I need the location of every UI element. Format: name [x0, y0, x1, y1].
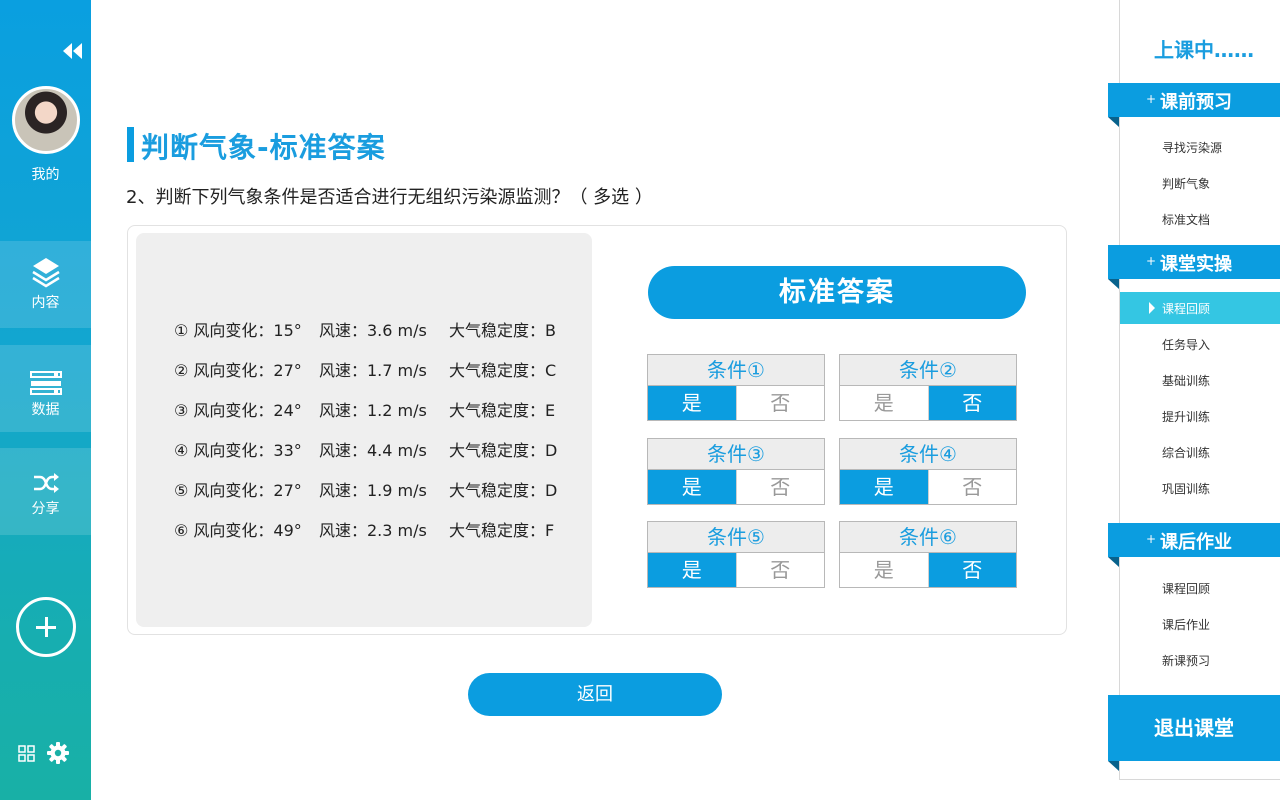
nav-label-content: 内容: [31, 295, 60, 311]
database-icon: [29, 371, 62, 395]
answer-no[interactable]: 否: [735, 470, 824, 504]
section-practice[interactable]: + 课堂实操: [1108, 245, 1280, 289]
nav-item-data[interactable]: 数据: [0, 345, 91, 432]
gear-icon[interactable]: [47, 742, 69, 764]
stability: 大气稳定度：B: [449, 321, 556, 340]
section-title: 课堂实操: [1160, 254, 1232, 275]
wind-speed: 风速：1.9 m/s: [319, 481, 427, 500]
answer-no[interactable]: 否: [927, 470, 1016, 504]
profile-label[interactable]: 我的: [0, 164, 91, 184]
answer-yes[interactable]: 是: [648, 386, 736, 420]
wind-direction: ④ 风向变化：33°: [174, 441, 302, 460]
answer-card-2: 条件② 是 否: [839, 354, 1017, 421]
left-sidebar: 我的 内容 数据 分享: [0, 0, 91, 800]
answer-yes[interactable]: 是: [840, 470, 928, 504]
wind-speed: 风速：4.4 m/s: [319, 441, 427, 460]
section-title: 课前预习: [1160, 92, 1232, 113]
answer-card-label: 条件①: [648, 355, 824, 386]
expand-icon: +: [1146, 92, 1157, 106]
menu-item-label: 课程回顾: [1162, 302, 1211, 316]
wind-speed: 风速：2.3 m/s: [319, 521, 427, 540]
stability: 大气稳定度：F: [449, 521, 555, 540]
wind-direction: ② 风向变化：27°: [174, 361, 302, 380]
answer-card-5: 条件⑤ 是 否: [647, 521, 825, 588]
wind-direction: ⑥ 风向变化：49°: [174, 521, 302, 540]
menu-item-consolidation-training[interactable]: 巩固训练: [1162, 480, 1210, 497]
answer-card-4: 条件④ 是 否: [839, 438, 1017, 505]
answer-card-label: 条件⑤: [648, 522, 824, 553]
wind-speed: 风速：1.7 m/s: [319, 361, 427, 380]
avatar[interactable]: [12, 86, 80, 154]
expand-icon: +: [1146, 254, 1157, 268]
wind-speed: 风速：3.6 m/s: [319, 321, 427, 340]
menu-item-review-active[interactable]: 课程回顾: [1120, 292, 1280, 324]
menu-item-judge-weather[interactable]: 判断气象: [1162, 175, 1210, 192]
expand-icon: +: [1146, 532, 1157, 546]
answer-yes[interactable]: 是: [648, 470, 736, 504]
answer-yes[interactable]: 是: [840, 553, 928, 587]
answer-card-3: 条件③ 是 否: [647, 438, 825, 505]
menu-item-task-intro[interactable]: 任务导入: [1162, 336, 1210, 353]
answer-no[interactable]: 否: [927, 553, 1016, 587]
menu-item-course-review[interactable]: 课程回顾: [1162, 580, 1210, 597]
answer-card-label: 条件⑥: [840, 522, 1016, 553]
wind-speed: 风速：1.2 m/s: [319, 401, 427, 420]
menu-item-comprehensive-training[interactable]: 综合训练: [1162, 444, 1210, 461]
answer-yes[interactable]: 是: [648, 553, 736, 587]
question-text: 2、判断下列气象条件是否适合进行无组织污染源监测？（ 多选 ）: [126, 187, 653, 208]
answer-card-label: 条件④: [840, 439, 1016, 470]
wind-direction: ① 风向变化：15°: [174, 321, 302, 340]
menu-item-next-preview[interactable]: 新课预习: [1162, 652, 1210, 669]
page-title: 判断气象-标准答案: [141, 131, 386, 164]
title-accent-bar: [127, 127, 134, 162]
nav-label-data: 数据: [31, 402, 60, 418]
menu-item-find-source[interactable]: 寻找污染源: [1162, 139, 1222, 156]
collapse-icon[interactable]: [60, 40, 86, 62]
wind-direction: ⑤ 风向变化：27°: [174, 481, 302, 500]
answer-no[interactable]: 否: [735, 386, 824, 420]
menu-item-advanced-training[interactable]: 提升训练: [1162, 408, 1210, 425]
answer-card-label: 条件③: [648, 439, 824, 470]
answer-yes[interactable]: 是: [840, 386, 928, 420]
menu-item-homework[interactable]: 课后作业: [1162, 616, 1210, 633]
answer-card-label: 条件②: [840, 355, 1016, 386]
menu-item-standard-doc[interactable]: 标准文档: [1162, 211, 1210, 228]
back-button[interactable]: 返回: [468, 673, 722, 716]
shuffle-icon: [33, 473, 59, 493]
nav-label-share: 分享: [31, 501, 60, 517]
nav-item-share[interactable]: 分享: [0, 448, 91, 535]
stability: 大气稳定度：C: [449, 361, 557, 380]
conditions-box: [136, 233, 592, 627]
section-title: 课后作业: [1160, 532, 1232, 553]
stability: 大气稳定度：D: [449, 441, 558, 460]
caret-right-icon: [1149, 302, 1155, 314]
nav-item-content[interactable]: 内容: [0, 241, 91, 328]
answer-card-6: 条件⑥ 是 否: [839, 521, 1017, 588]
stability: 大气稳定度：E: [449, 401, 556, 420]
class-status: 上课中……: [1154, 38, 1254, 62]
section-preview[interactable]: + 课前预习: [1108, 83, 1280, 127]
menu-item-basic-training[interactable]: 基础训练: [1162, 372, 1210, 389]
section-homework[interactable]: + 课后作业: [1108, 523, 1280, 567]
answer-card-1: 条件① 是 否: [647, 354, 825, 421]
answer-no[interactable]: 否: [735, 553, 824, 587]
layers-icon: [31, 258, 60, 288]
exit-class-button[interactable]: 退出课堂: [1108, 695, 1280, 771]
answer-no[interactable]: 否: [927, 386, 1016, 420]
grid-icon[interactable]: [18, 745, 35, 762]
wind-direction: ③ 风向变化：24°: [174, 401, 302, 420]
stability: 大气稳定度：D: [449, 481, 558, 500]
answer-title: 标准答案: [648, 266, 1026, 319]
add-button[interactable]: [16, 597, 76, 657]
